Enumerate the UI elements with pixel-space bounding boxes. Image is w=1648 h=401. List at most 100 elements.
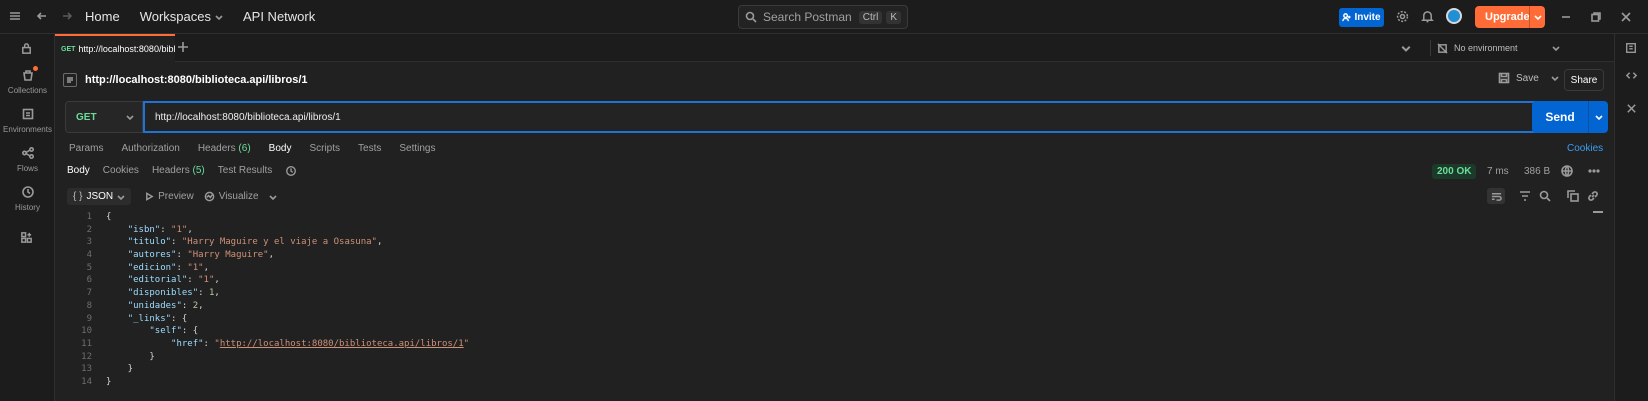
- tabs-bar: GET http://localhost:8080/bibl No enviro…: [55, 34, 1636, 62]
- code-line: 13 }: [81, 364, 134, 375]
- upgrade-chevron-icon[interactable]: [1529, 6, 1545, 28]
- environment-selector[interactable]: No environment: [1430, 40, 1560, 56]
- search-icon: [745, 11, 757, 23]
- search-input[interactable]: Search Postman Ctrl K: [738, 5, 908, 29]
- flows-icon: [21, 146, 35, 160]
- right-sidebar: [1614, 34, 1648, 401]
- braces-icon: { }: [73, 191, 83, 202]
- settings-gear-icon[interactable]: [1396, 10, 1409, 23]
- avatar[interactable]: [1446, 8, 1462, 24]
- restore-icon[interactable]: [1590, 11, 1602, 23]
- notification-dot: [32, 66, 38, 71]
- tab-settings[interactable]: Settings: [399, 143, 435, 154]
- environment-quick-look-icon[interactable]: [1625, 42, 1637, 54]
- history-icon[interactable]: [285, 165, 297, 177]
- history-icon: [21, 185, 35, 199]
- invite-button[interactable]: Invite: [1339, 8, 1384, 27]
- href-link[interactable]: http://localhost:8080/biblioteca.api/lib…: [220, 338, 464, 351]
- nav-workspaces[interactable]: Workspaces: [140, 9, 223, 24]
- resp-tab-headers[interactable]: Headers (5): [152, 165, 205, 177]
- add-user-icon: [1342, 13, 1351, 22]
- resp-tab-headers-label: Headers: [151, 165, 190, 176]
- send-button[interactable]: Send: [1532, 101, 1608, 133]
- code-line: 8 "unidades": 2,: [86, 300, 204, 311]
- chevron-down-icon: [117, 193, 125, 201]
- wrap-lines-icon[interactable]: [1487, 188, 1505, 204]
- tab-method: GET: [61, 45, 76, 53]
- menu-icon[interactable]: [9, 10, 21, 22]
- share-button[interactable]: Share: [1564, 69, 1604, 91]
- more-options-icon[interactable]: [1588, 165, 1600, 177]
- visualize-button[interactable]: Visualize: [204, 191, 277, 202]
- tab-body[interactable]: Body: [269, 143, 292, 154]
- url-value: http://localhost:8080/biblioteca.api/lib…: [155, 111, 341, 123]
- status-badge[interactable]: 200 OK: [1432, 164, 1477, 179]
- code-line: 5 "edicion": "1",: [86, 262, 209, 273]
- tabs-dropdown-icon[interactable]: [1401, 43, 1411, 53]
- format-select[interactable]: { } JSON: [67, 188, 132, 205]
- code-icon[interactable]: [1625, 69, 1638, 82]
- send-label: Send: [1545, 110, 1575, 124]
- code-line: 10 "self": {: [81, 326, 199, 337]
- globe-icon[interactable]: [1561, 165, 1573, 177]
- cookies-link[interactable]: Cookies: [1567, 143, 1603, 154]
- save-chevron-icon[interactable]: [1551, 74, 1559, 82]
- kbd-ctrl: Ctrl: [858, 10, 883, 24]
- code-line: 4 "autores": "Harry Maguire",: [86, 250, 275, 261]
- response-format-bar: { } JSON Preview Visualize: [67, 188, 277, 205]
- link-icon[interactable]: [1587, 190, 1599, 202]
- resp-tab-headers-count: (5): [192, 165, 205, 176]
- resp-tab-test-results[interactable]: Test Results: [218, 165, 272, 177]
- request-bar: GET http://localhost:8080/biblioteca.api…: [65, 101, 1608, 133]
- minimize-icon[interactable]: [1560, 11, 1572, 23]
- code-line: 7 "disponibles": 1,: [86, 288, 220, 299]
- new-tab-plus-icon[interactable]: [177, 41, 189, 53]
- copy-icon[interactable]: [1567, 190, 1579, 202]
- save-label: Save: [1516, 72, 1539, 84]
- sidebar-item-history[interactable]: History: [0, 185, 55, 212]
- save-icon: [1498, 72, 1510, 84]
- tab-tests[interactable]: Tests: [358, 143, 381, 154]
- resp-tab-body[interactable]: Body: [67, 165, 90, 177]
- forward-arrow-icon[interactable]: [61, 10, 73, 22]
- breadcrumb: http://localhost:8080/biblioteca.api/lib…: [63, 69, 308, 91]
- sidebar-item-flows[interactable]: Flows: [0, 146, 55, 173]
- sidebar-item-environments[interactable]: Environments: [0, 107, 55, 134]
- notifications-bell-icon[interactable]: [1421, 10, 1434, 23]
- no-environment-icon: [1437, 42, 1448, 54]
- related-icon[interactable]: [1625, 102, 1638, 115]
- save-button[interactable]: Save: [1498, 72, 1559, 84]
- method-select[interactable]: GET: [65, 101, 143, 133]
- share-label: Share: [1570, 74, 1598, 86]
- nav-home[interactable]: Home: [85, 9, 120, 24]
- tab-headers[interactable]: Headers (6): [198, 143, 251, 154]
- tab-authorization[interactable]: Authorization: [121, 143, 179, 154]
- search-icon[interactable]: [1539, 190, 1551, 202]
- preview-button[interactable]: Preview: [145, 191, 194, 202]
- nav-api-network[interactable]: API Network: [243, 9, 315, 24]
- request-name[interactable]: http://localhost:8080/biblioteca.api/lib…: [85, 74, 308, 86]
- chevron-down-icon: [268, 193, 277, 201]
- back-arrow-icon[interactable]: [36, 10, 48, 22]
- url-input[interactable]: http://localhost:8080/biblioteca.api/lib…: [143, 101, 1593, 133]
- close-icon[interactable]: [1620, 11, 1632, 23]
- environments-icon: [21, 107, 35, 121]
- code-line: 9 "_links": {: [86, 313, 188, 324]
- upgrade-button[interactable]: Upgrade: [1475, 6, 1545, 28]
- scrollbar[interactable]: [1593, 211, 1603, 213]
- search-placeholder: Search Postman: [763, 10, 852, 24]
- filter-icon[interactable]: [1519, 190, 1531, 202]
- tab-headers-label: Headers: [197, 143, 236, 154]
- response-body-code[interactable]: 1{ 2 "isbn": "1", 3 "titulo": "Harry Mag…: [70, 211, 469, 389]
- add-workbench-icon[interactable]: [20, 231, 33, 244]
- lock-icon[interactable]: [20, 42, 33, 55]
- request-tab[interactable]: GET http://localhost:8080/bibl: [55, 34, 175, 62]
- response-time[interactable]: 7 ms: [1487, 166, 1509, 177]
- response-size[interactable]: 386 B: [1524, 166, 1550, 177]
- resp-tab-cookies[interactable]: Cookies: [103, 165, 139, 177]
- sidebar-item-collections[interactable]: Collections: [0, 66, 55, 95]
- tab-params[interactable]: Params: [69, 143, 103, 154]
- send-chevron-icon[interactable]: [1588, 101, 1608, 133]
- sidebar-item-label: Collections: [7, 86, 48, 95]
- tab-scripts[interactable]: Scripts: [309, 143, 340, 154]
